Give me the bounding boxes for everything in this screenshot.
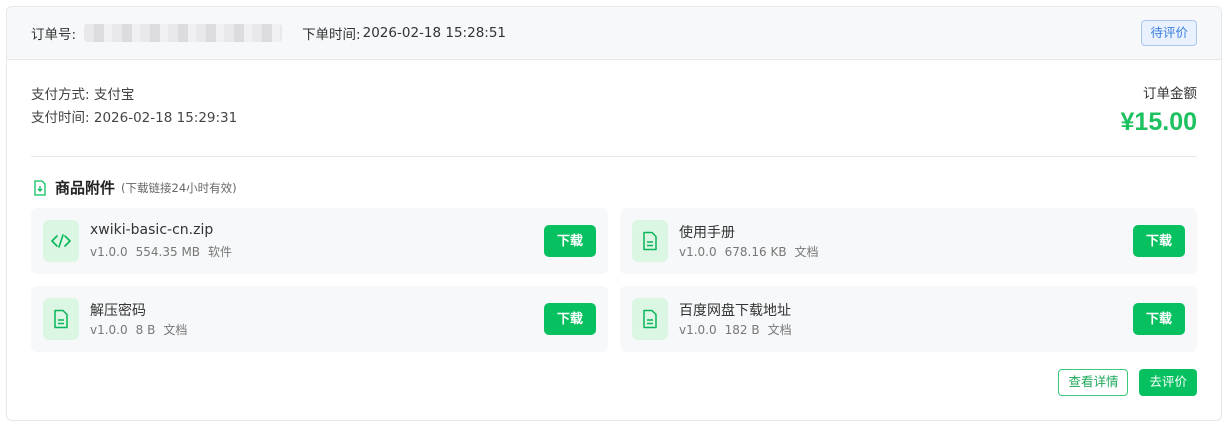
payment-time-row: 支付时间: 2026-02-18 15:29:31 xyxy=(31,107,237,130)
order-amount-value: ¥15.00 xyxy=(1120,108,1197,136)
payment-method-label: 支付方式: xyxy=(31,87,90,103)
order-amount: 订单金额 ¥15.00 xyxy=(1121,84,1197,137)
attachment-version: v1.0.0 xyxy=(90,245,128,259)
attachment-version: v1.0.0 xyxy=(679,245,717,259)
payment-info: 支付方式: 支付宝 支付时间: 2026-02-18 15:29:31 xyxy=(31,84,237,130)
attachment-type: 文档 xyxy=(163,323,188,337)
code-icon xyxy=(43,220,79,262)
attachment-type: 文档 xyxy=(794,245,819,259)
download-document-icon xyxy=(34,179,46,196)
view-detail-button[interactable]: 查看详情 xyxy=(1058,369,1129,396)
attachments-title: 商品附件 xyxy=(55,179,116,197)
attachment-item: 百度网盘下载地址 v1.0.0 182 B 文档 下载 xyxy=(620,286,1197,352)
attachment-name: 百度网盘下载地址 xyxy=(679,303,791,319)
download-button[interactable]: 下载 xyxy=(1133,303,1185,335)
attachment-size: 8 B xyxy=(135,323,156,337)
attachments-section-title: 商品附件 (下载链接24小时有效) xyxy=(33,177,237,198)
attachment-version: v1.0.0 xyxy=(90,323,128,337)
document-icon xyxy=(632,298,668,340)
attachment-name: xwiki-basic-cn.zip xyxy=(90,222,214,238)
attachments-note: (下载链接24小时有效) xyxy=(121,180,237,195)
attachment-size: 678.16 KB xyxy=(724,245,787,259)
download-button[interactable]: 下载 xyxy=(544,303,596,335)
payment-method-value: 支付宝 xyxy=(93,87,135,103)
order-amount-label: 订单金额 xyxy=(1143,86,1197,102)
attachment-name: 使用手册 xyxy=(679,225,735,241)
order-actions: 查看详情 去评价 xyxy=(1058,369,1197,396)
attachment-type: 软件 xyxy=(208,245,233,259)
order-number-label: 订单号: xyxy=(31,27,77,43)
attachment-size: 554.35 MB xyxy=(135,245,201,259)
attachment-type: 文档 xyxy=(767,323,792,337)
document-icon xyxy=(43,298,79,340)
attachment-size: 182 B xyxy=(724,323,760,337)
attachment-meta: v1.0.0 678.16 KB 文档 xyxy=(679,243,827,260)
payment-method-row: 支付方式: 支付宝 xyxy=(31,84,237,107)
attachment-meta: v1.0.0 554.35 MB 软件 xyxy=(90,243,240,260)
download-button[interactable]: 下载 xyxy=(1133,225,1185,257)
document-icon xyxy=(632,220,668,262)
order-time-label: 下单时间: xyxy=(302,27,361,43)
attachment-item: 解压密码 v1.0.0 8 B 文档 下载 xyxy=(31,286,608,352)
payment-time-value: 2026-02-18 15:29:31 xyxy=(93,110,238,126)
order-card: 订单号: 下单时间: 2026-02-18 15:28:51 待评价 支付方式:… xyxy=(6,6,1222,421)
payment-time-label: 支付时间: xyxy=(31,110,90,126)
download-button[interactable]: 下载 xyxy=(544,225,596,257)
attachment-meta: v1.0.0 182 B 文档 xyxy=(679,321,800,338)
order-time-value: 2026-02-18 15:28:51 xyxy=(362,25,507,41)
review-button[interactable]: 去评价 xyxy=(1139,369,1197,396)
attachment-item: 使用手册 v1.0.0 678.16 KB 文档 下载 xyxy=(620,208,1197,274)
attachment-version: v1.0.0 xyxy=(679,323,717,337)
attachment-name: 解压密码 xyxy=(90,303,146,319)
order-header: 订单号: 下单时间: 2026-02-18 15:28:51 待评价 xyxy=(7,7,1221,60)
attachment-meta: v1.0.0 8 B 文档 xyxy=(90,321,195,338)
section-divider xyxy=(31,156,1197,157)
attachment-item: xwiki-basic-cn.zip v1.0.0 554.35 MB 软件 下载 xyxy=(31,208,608,274)
order-number-masked xyxy=(84,24,283,42)
status-badge: 待评价 xyxy=(1141,20,1197,46)
